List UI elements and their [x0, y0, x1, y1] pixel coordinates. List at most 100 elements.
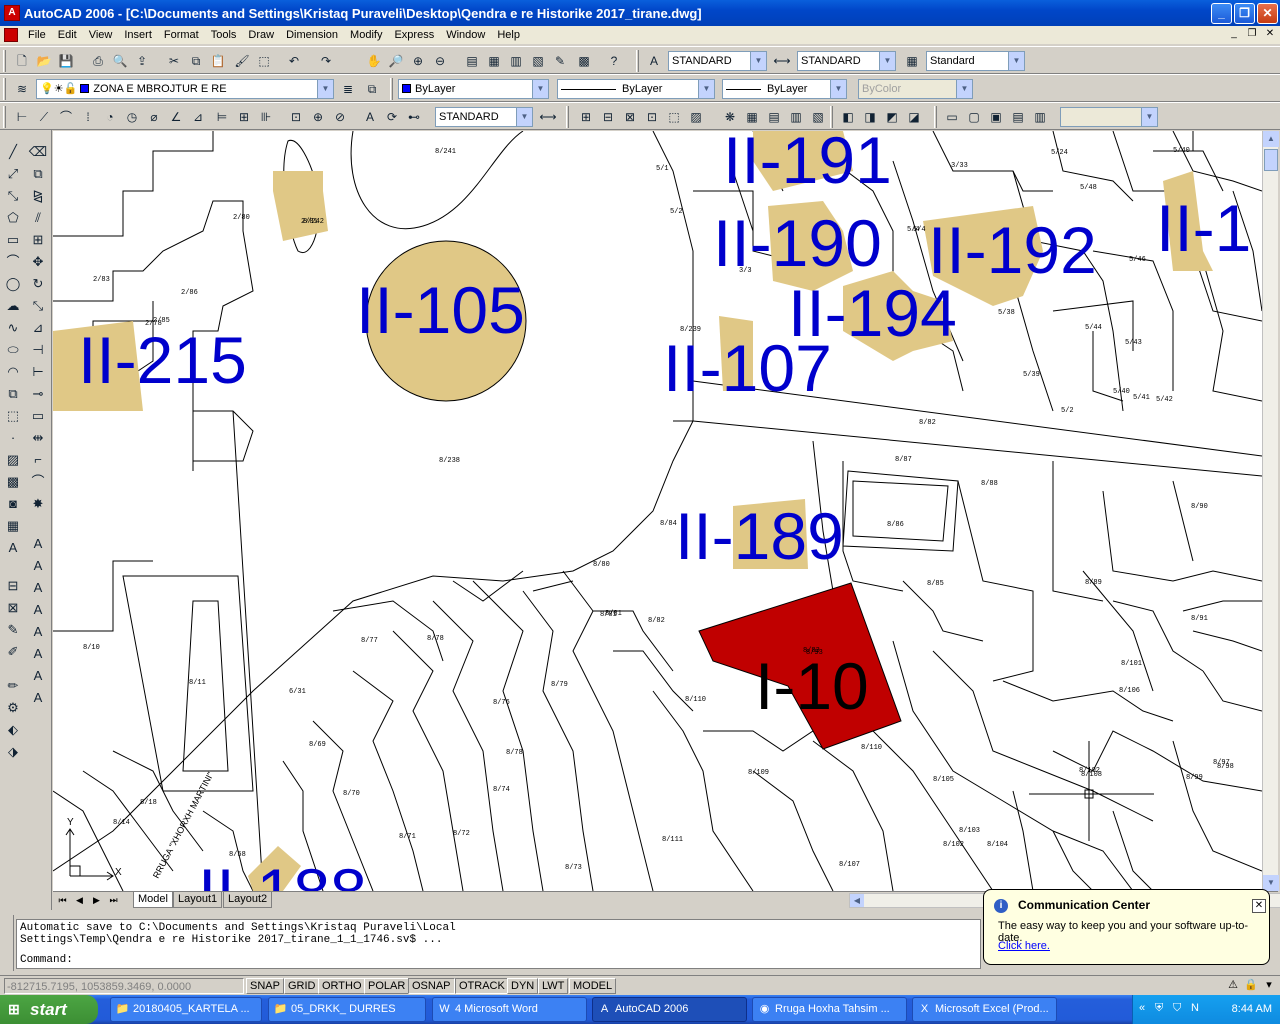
- spell-check-icon[interactable]: A: [27, 622, 49, 642]
- model-toggle[interactable]: MODEL: [569, 978, 617, 994]
- radius-icon[interactable]: ◔: [100, 107, 120, 127]
- draw-order-3-icon[interactable]: ◩: [882, 107, 902, 127]
- text-icon[interactable]: A: [27, 534, 49, 554]
- diameter-icon[interactable]: ⌀: [144, 107, 164, 127]
- construction-line-icon[interactable]: ⤢: [2, 164, 24, 184]
- layer-tool-2-icon[interactable]: ⊠: [2, 598, 24, 618]
- task-folder-kartela[interactable]: 📁 20180405_KARTELA ...: [110, 997, 262, 1022]
- erase-icon[interactable]: ⌫: [27, 142, 49, 162]
- zoom-window-icon[interactable]: ⊕: [408, 51, 428, 71]
- menu-view[interactable]: View: [83, 29, 119, 41]
- center-mark-icon[interactable]: ⊕: [308, 107, 328, 127]
- toolbar-grip[interactable]: [3, 78, 6, 100]
- express-tool-6-icon[interactable]: ▨: [686, 107, 706, 127]
- chevron-down-icon[interactable]: ▼: [532, 80, 548, 98]
- text-scale-icon[interactable]: A: [27, 666, 49, 686]
- scroll-thumb[interactable]: [1264, 149, 1278, 171]
- open-icon[interactable]: 📂: [34, 51, 54, 71]
- document-icon[interactable]: [4, 28, 18, 42]
- layer-tool-7-icon[interactable]: ⬖: [2, 720, 24, 740]
- task-folder-drkk[interactable]: 📁 05_DRKK_ DURRES: [268, 997, 426, 1022]
- snap-toggle[interactable]: SNAP: [246, 978, 284, 994]
- markup-icon[interactable]: ✎: [550, 51, 570, 71]
- toolbar-grip[interactable]: [830, 106, 833, 128]
- redo-icon[interactable]: ↷: [316, 51, 336, 71]
- text-style-tool-icon[interactable]: A: [27, 644, 49, 664]
- dim-text-edit-icon[interactable]: A: [360, 107, 380, 127]
- layer-dropdown[interactable]: 💡☀🔓 ZONA E MBROJTUR E RE ▼: [36, 79, 334, 99]
- break-at-point-icon[interactable]: ⊸: [27, 384, 49, 404]
- close-button[interactable]: ✕: [1257, 2, 1278, 24]
- menu-tools[interactable]: Tools: [205, 29, 243, 41]
- array-icon[interactable]: ⊞: [27, 230, 49, 250]
- dim-update-icon[interactable]: ⟳: [382, 107, 402, 127]
- coordinate-display[interactable]: -812715.7195, 1053859.3469, 0.0000: [4, 978, 244, 994]
- make-current-icon[interactable]: ≣: [338, 79, 358, 99]
- tool-palettes-icon[interactable]: ▥: [506, 51, 526, 71]
- move-icon[interactable]: ✥: [27, 252, 49, 272]
- hatch-icon[interactable]: ▨: [2, 450, 24, 470]
- command-window[interactable]: Automatic save to C:\Documents and Setti…: [16, 919, 981, 969]
- chevron-down-icon[interactable]: ▼: [830, 80, 846, 98]
- multiline-text-icon[interactable]: A: [2, 538, 24, 558]
- express-tool-9-icon[interactable]: ▥: [786, 107, 806, 127]
- draw-order-1-icon[interactable]: ◧: [838, 107, 858, 127]
- shield-icon[interactable]: ⛨: [1155, 1002, 1163, 1015]
- balloon-link[interactable]: Click here.: [998, 940, 1050, 952]
- osnap-toggle[interactable]: OSNAP: [408, 978, 455, 994]
- aligned-dim-icon[interactable]: ⟋: [34, 107, 54, 127]
- task-word[interactable]: W 4 Microsoft Word: [432, 997, 587, 1022]
- block-editor-icon[interactable]: ⬚: [254, 51, 274, 71]
- viewport-5-icon[interactable]: ▥: [1030, 107, 1050, 127]
- command-prompt[interactable]: Command:: [20, 954, 977, 966]
- chevron-down-icon[interactable]: ▼: [317, 80, 333, 98]
- lineweight-dropdown[interactable]: ByLayer ▼: [722, 79, 847, 99]
- tab-layout2[interactable]: Layout2: [223, 892, 273, 908]
- chevron-down-icon[interactable]: ▼: [1008, 52, 1024, 70]
- express-tool-8-icon[interactable]: ▤: [764, 107, 784, 127]
- layer-previous-icon[interactable]: ⧉: [362, 79, 382, 99]
- express-tool-2-icon[interactable]: ⊟: [598, 107, 618, 127]
- color-dropdown[interactable]: ByLayer ▼: [398, 79, 549, 99]
- layer-tool-1-icon[interactable]: ⊟: [2, 576, 24, 596]
- express-tool-10-icon[interactable]: ▧: [808, 107, 828, 127]
- quick-dim-icon[interactable]: ⊿: [188, 107, 208, 127]
- design-center-icon[interactable]: ▦: [484, 51, 504, 71]
- dim-style-dropdown[interactable]: STANDARD ▼: [797, 51, 896, 71]
- pan-icon[interactable]: ✋: [364, 51, 384, 71]
- spline-icon[interactable]: ∿: [2, 318, 24, 338]
- plot-icon[interactable]: ⎙: [88, 51, 108, 71]
- ellipse-icon[interactable]: ⬭: [2, 340, 24, 360]
- linear-dim-icon[interactable]: ⊢: [12, 107, 32, 127]
- menu-dimension[interactable]: Dimension: [280, 29, 344, 41]
- viewport-2-icon[interactable]: ▢: [964, 107, 984, 127]
- dim-style-icon-2[interactable]: ⟷: [538, 107, 558, 127]
- layer-tool-3-icon[interactable]: ✎: [2, 620, 24, 640]
- jogged-icon[interactable]: ◷: [122, 107, 142, 127]
- gradient-icon[interactable]: ▩: [2, 472, 24, 492]
- linetype-dropdown[interactable]: ByLayer ▼: [557, 79, 715, 99]
- tolerance-icon[interactable]: ⊡: [286, 107, 306, 127]
- zoom-previous-icon[interactable]: ⊖: [430, 51, 450, 71]
- draw-order-2-icon[interactable]: ◨: [860, 107, 880, 127]
- restore-button[interactable]: ❐: [1234, 2, 1255, 24]
- table-style-dropdown[interactable]: Standard ▼: [926, 51, 1025, 71]
- layer-tool-6-icon[interactable]: ⚙: [2, 698, 24, 718]
- paste-icon[interactable]: 📋: [208, 51, 228, 71]
- menu-edit[interactable]: Edit: [52, 29, 83, 41]
- draw-order-4-icon[interactable]: ◪: [904, 107, 924, 127]
- dim-style-dropdown-2[interactable]: STANDARD ▼: [435, 107, 533, 127]
- text-style-dropdown[interactable]: STANDARD ▼: [668, 51, 767, 71]
- command-window-grip[interactable]: [0, 915, 14, 971]
- polar-toggle[interactable]: POLAR: [364, 978, 410, 994]
- task-autocad[interactable]: A AutoCAD 2006: [592, 997, 747, 1022]
- point-icon[interactable]: ·: [2, 428, 24, 448]
- menu-express[interactable]: Express: [388, 29, 440, 41]
- help-icon[interactable]: ?: [604, 51, 624, 71]
- rotate-icon[interactable]: ↻: [27, 274, 49, 294]
- zone-fill-191[interactable]: [273, 171, 328, 241]
- polygon-icon[interactable]: ⬠: [2, 208, 24, 228]
- prev-tab-icon[interactable]: ◀: [72, 893, 87, 907]
- ellipse-arc-icon[interactable]: ◠: [2, 362, 24, 382]
- revision-cloud-icon[interactable]: ☁: [2, 296, 24, 316]
